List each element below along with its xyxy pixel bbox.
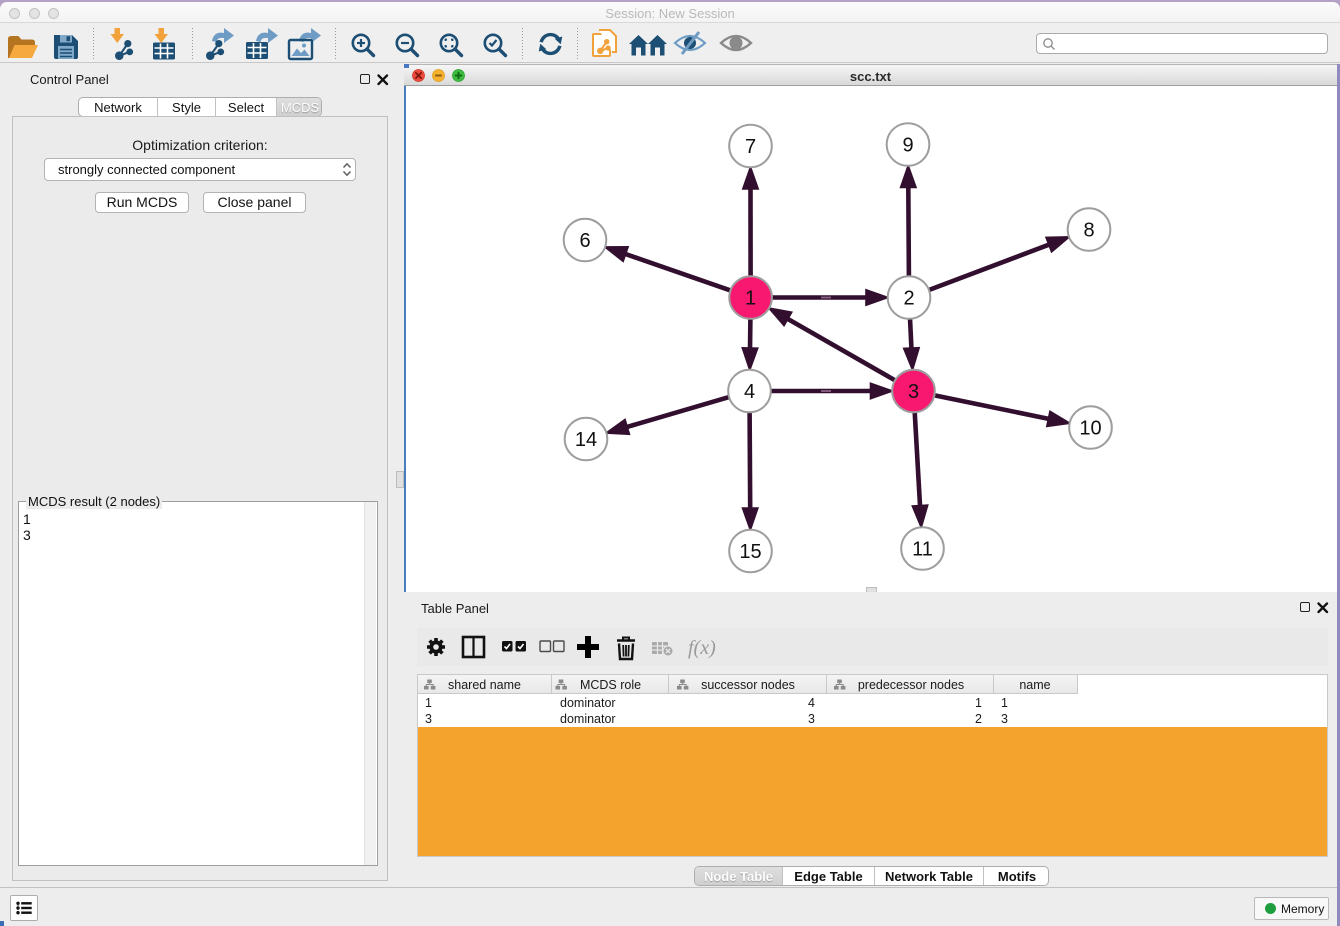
svg-text:15: 15 bbox=[739, 541, 761, 563]
svg-text:predecessor nodes: predecessor nodes bbox=[858, 678, 964, 692]
svg-text:MCDS role: MCDS role bbox=[580, 678, 641, 692]
svg-text:3: 3 bbox=[1001, 712, 1008, 726]
svg-text:11: 11 bbox=[912, 539, 933, 561]
svg-text:name: name bbox=[1019, 678, 1050, 692]
svg-text:1: 1 bbox=[425, 696, 432, 710]
svg-text:1: 1 bbox=[745, 288, 756, 310]
svg-text:3: 3 bbox=[425, 712, 432, 726]
svg-text:6: 6 bbox=[579, 230, 590, 252]
svg-text:2: 2 bbox=[975, 712, 982, 726]
svg-text:dominator: dominator bbox=[560, 696, 616, 710]
svg-text:9: 9 bbox=[902, 135, 913, 157]
svg-text:2: 2 bbox=[903, 288, 914, 310]
svg-text:successor nodes: successor nodes bbox=[701, 678, 795, 692]
svg-text:4: 4 bbox=[808, 696, 815, 710]
svg-text:3: 3 bbox=[908, 381, 919, 403]
svg-text:14: 14 bbox=[575, 429, 597, 451]
svg-text:3: 3 bbox=[808, 712, 815, 726]
svg-text:8: 8 bbox=[1083, 220, 1094, 242]
svg-text:shared name: shared name bbox=[448, 678, 521, 692]
svg-text:1: 1 bbox=[1001, 696, 1008, 710]
svg-text:dominator: dominator bbox=[560, 712, 616, 726]
svg-text:7: 7 bbox=[745, 136, 756, 158]
svg-text:1: 1 bbox=[975, 696, 982, 710]
svg-text:10: 10 bbox=[1079, 418, 1101, 440]
svg-text:4: 4 bbox=[744, 381, 755, 403]
svg-text:f(x): f(x) bbox=[688, 637, 716, 659]
